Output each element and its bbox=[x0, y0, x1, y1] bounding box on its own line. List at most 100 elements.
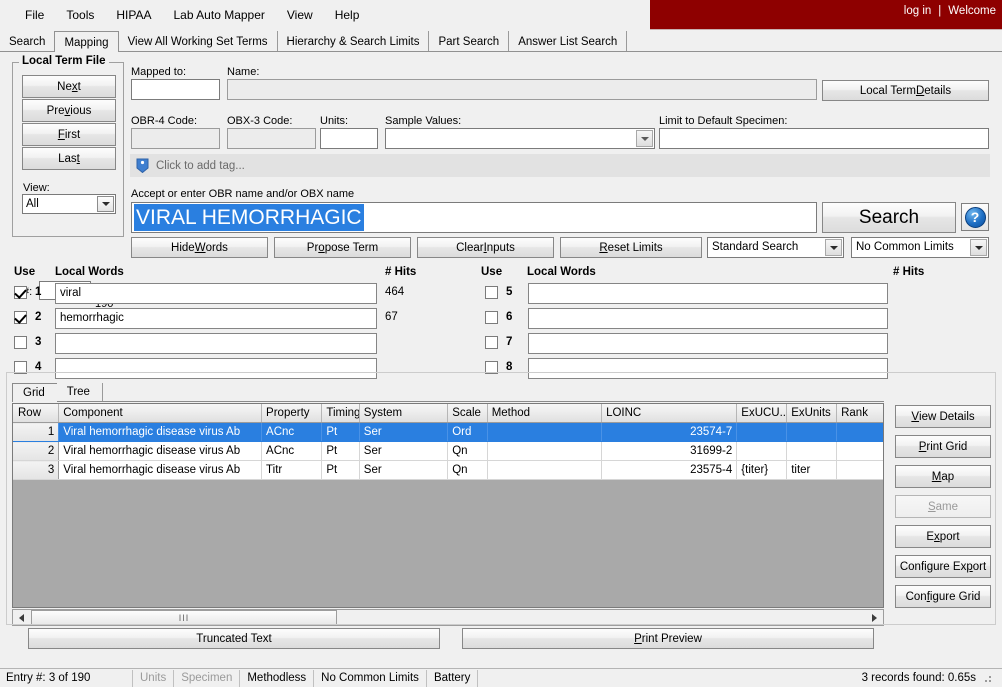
clear-inputs-button[interactable]: Clear Inputs bbox=[417, 237, 554, 258]
cell-scale: Qn bbox=[447, 460, 488, 480]
tab-mapping[interactable]: Mapping bbox=[54, 31, 119, 52]
view-select[interactable]: All bbox=[22, 194, 116, 214]
tab-view-all-working-set-terms[interactable]: View All Working Set Terms bbox=[118, 31, 278, 51]
use-checkbox-7[interactable] bbox=[485, 336, 498, 349]
column-header-rank[interactable]: Rank bbox=[836, 404, 883, 423]
tab-part-search[interactable]: Part Search bbox=[429, 31, 510, 51]
column-header-row[interactable]: Row bbox=[13, 404, 60, 423]
print-preview-button[interactable]: Print Preview bbox=[462, 628, 874, 649]
configure-grid-pre: Con bbox=[905, 590, 927, 603]
local-word-input-6[interactable] bbox=[528, 308, 888, 329]
local-word-input-5[interactable] bbox=[528, 283, 888, 304]
grid-tab-grid[interactable]: Grid bbox=[12, 383, 57, 402]
truncated-text-button[interactable]: Truncated Text bbox=[28, 628, 440, 649]
column-header-loinc[interactable]: LOINC bbox=[601, 404, 738, 423]
mapped-to-input[interactable] bbox=[131, 79, 220, 100]
obr4-code-input[interactable] bbox=[131, 128, 220, 149]
scrollbar-thumb[interactable]: III bbox=[31, 610, 337, 625]
print-grid-post: rint Grid bbox=[926, 440, 968, 453]
main-tab-strip: Search Mapping View All Working Set Term… bbox=[0, 31, 1002, 52]
login-link[interactable]: log in bbox=[904, 5, 932, 17]
last-button[interactable]: Las t bbox=[22, 147, 116, 170]
menu-item-file[interactable]: File bbox=[14, 5, 55, 25]
local-word-input-4[interactable] bbox=[55, 358, 377, 379]
welcome-label[interactable]: Welcome bbox=[948, 5, 996, 17]
use-checkbox-1[interactable] bbox=[14, 286, 27, 299]
table-row[interactable]: 3 Viral hemorrhagic disease virus Ab Tit… bbox=[13, 460, 883, 480]
local-word-input-2[interactable]: hemorrhagic bbox=[55, 308, 377, 329]
map-button[interactable]: Map bbox=[895, 465, 991, 488]
name-label: Name: bbox=[227, 66, 260, 78]
menu-item-hipaa[interactable]: HIPAA bbox=[105, 5, 162, 25]
units-input[interactable] bbox=[320, 128, 378, 149]
column-header-property[interactable]: Property bbox=[261, 404, 323, 423]
previous-button[interactable]: Pre v ious bbox=[22, 99, 116, 122]
grid-tab-tree[interactable]: Tree bbox=[57, 383, 103, 401]
column-header-exucum[interactable]: ExUCU... bbox=[736, 404, 788, 423]
tab-answer-list-search[interactable]: Answer List Search bbox=[509, 31, 628, 51]
hide-words-button[interactable]: Hide Words bbox=[131, 237, 268, 258]
search-mode-combo[interactable]: Standard Search bbox=[707, 237, 844, 258]
resize-grip-icon[interactable] bbox=[981, 672, 993, 684]
sample-values-combo[interactable] bbox=[385, 128, 655, 149]
local-word-input-7[interactable] bbox=[528, 333, 888, 354]
propose-term-button[interactable]: Pr o pose Term bbox=[274, 237, 411, 258]
column-header-method[interactable]: Method bbox=[487, 404, 603, 423]
menu-item-tools[interactable]: Tools bbox=[55, 5, 105, 25]
local-term-details-button[interactable]: Local Term Details bbox=[822, 80, 989, 101]
obx3-code-input[interactable] bbox=[227, 128, 316, 149]
chevron-down-icon[interactable] bbox=[636, 130, 653, 147]
common-limits-combo[interactable]: No Common Limits bbox=[851, 237, 989, 258]
tab-search[interactable]: Search bbox=[0, 31, 55, 51]
tag-bar[interactable]: Click to add tag... bbox=[130, 154, 990, 177]
column-header-exunits[interactable]: ExUnits bbox=[786, 404, 838, 423]
help-button[interactable]: ? bbox=[961, 203, 989, 231]
use-checkbox-8[interactable] bbox=[485, 361, 498, 374]
search-input[interactable]: VIRAL HEMORRHAGIC bbox=[131, 202, 817, 233]
configure-export-button[interactable]: Configure Ex p ort bbox=[895, 555, 991, 578]
use-checkbox-5[interactable] bbox=[485, 286, 498, 299]
print-preview-post: rint Preview bbox=[641, 632, 702, 645]
export-button[interactable]: Ex port bbox=[895, 525, 991, 548]
hide-words-post: ords bbox=[205, 241, 228, 254]
column-header-system[interactable]: System bbox=[359, 404, 449, 423]
use-checkbox-6[interactable] bbox=[485, 311, 498, 324]
first-button[interactable]: First bbox=[22, 123, 116, 146]
name-input[interactable] bbox=[227, 79, 817, 100]
search-mode-value: Standard Search bbox=[712, 241, 799, 253]
chevron-down-icon[interactable] bbox=[970, 239, 987, 256]
limit-default-specimen-input[interactable] bbox=[659, 128, 989, 149]
tab-hierarchy-search-limits[interactable]: Hierarchy & Search Limits bbox=[277, 31, 430, 51]
view-details-post: iew Details bbox=[919, 410, 975, 423]
reset-limits-button[interactable]: Reset Limits bbox=[560, 237, 702, 258]
cell-method bbox=[487, 441, 603, 461]
next-button[interactable]: Ne x t bbox=[22, 75, 116, 98]
use-checkbox-2[interactable] bbox=[14, 311, 27, 324]
menu-item-help[interactable]: Help bbox=[324, 5, 371, 25]
column-header-timing[interactable]: Timing bbox=[321, 404, 360, 423]
cell-exucum bbox=[736, 422, 788, 442]
grid-horizontal-scrollbar[interactable]: III bbox=[12, 609, 884, 626]
scroll-left-arrow-icon[interactable] bbox=[13, 610, 29, 625]
chevron-down-icon[interactable] bbox=[825, 239, 842, 256]
table-row[interactable]: 2 Viral hemorrhagic disease virus Ab ACn… bbox=[13, 441, 883, 461]
column-header-scale[interactable]: Scale bbox=[447, 404, 488, 423]
results-grid[interactable]: Row Component Property Timing System Sca… bbox=[12, 403, 884, 608]
scroll-right-arrow-icon[interactable] bbox=[866, 610, 882, 625]
chevron-down-icon[interactable] bbox=[97, 196, 114, 212]
use-checkbox-4[interactable] bbox=[14, 361, 27, 374]
local-word-input-8[interactable] bbox=[528, 358, 888, 379]
menu-item-lab-auto-mapper[interactable]: Lab Auto Mapper bbox=[162, 5, 275, 25]
configure-grid-button[interactable]: Con f igure Grid bbox=[895, 585, 991, 608]
use-checkbox-3[interactable] bbox=[14, 336, 27, 349]
local-word-input-3[interactable] bbox=[55, 333, 377, 354]
cell-rank bbox=[836, 422, 883, 442]
column-header-component[interactable]: Component bbox=[58, 404, 263, 423]
print-grid-button[interactable]: Print Grid bbox=[895, 435, 991, 458]
local-word-input-1[interactable]: viral bbox=[55, 283, 377, 304]
table-row[interactable]: 1 Viral hemorrhagic disease virus Ab ACn… bbox=[13, 422, 883, 442]
search-button[interactable]: Search bbox=[822, 202, 956, 233]
menu-item-view[interactable]: View bbox=[276, 5, 324, 25]
view-details-button[interactable]: View Details bbox=[895, 405, 991, 428]
propose-term-pre: Pr bbox=[306, 241, 319, 254]
